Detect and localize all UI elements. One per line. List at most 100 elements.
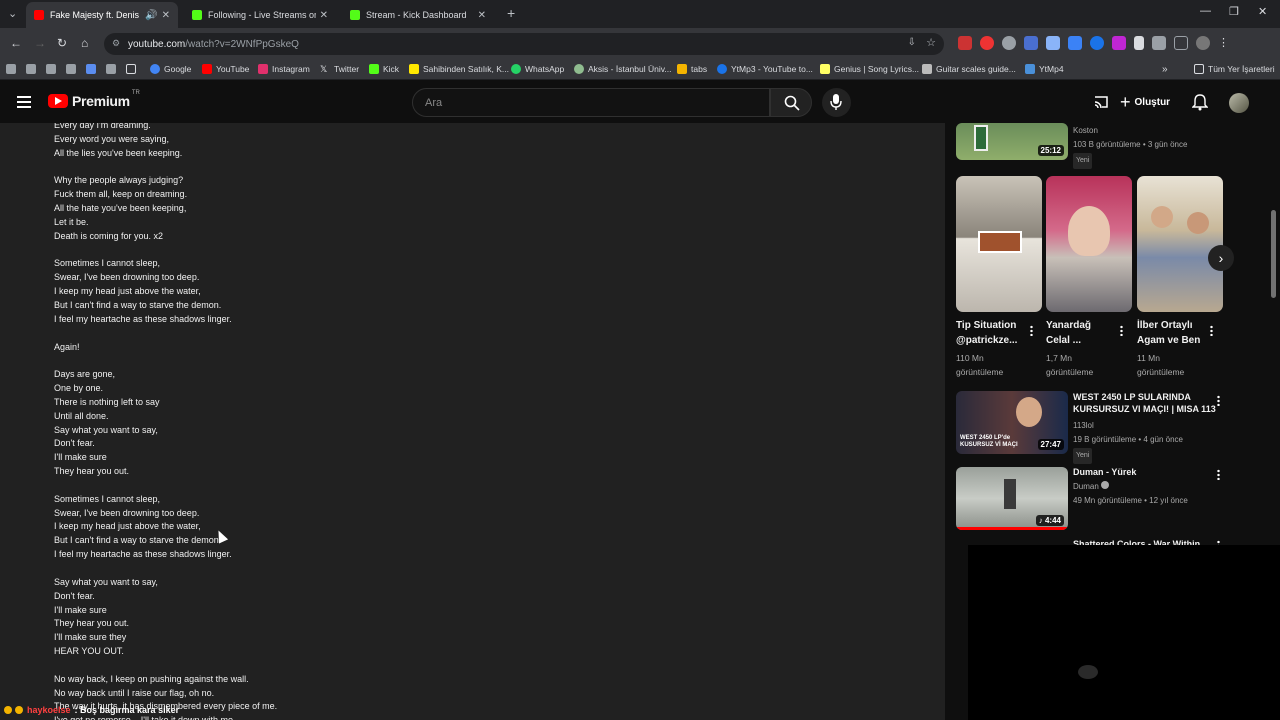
bookmark-whatsapp[interactable]: WhatsApp (511, 64, 564, 74)
url-path: /watch?v=2WNfPpGskeQ (185, 38, 299, 50)
thumbnail-figure (974, 125, 988, 151)
home-icon[interactable]: ⌂ (81, 36, 88, 50)
hamburger-menu-icon[interactable] (17, 96, 31, 108)
bookmarks-bar: Google YouTube Instagram 𝕏 Twitter Kick S… (0, 60, 1280, 80)
video-thumbnail[interactable]: 25:12 (956, 123, 1068, 160)
cast-icon[interactable] (1093, 94, 1109, 110)
back-icon[interactable]: ← (10, 36, 22, 50)
address-bar[interactable]: ⚙ youtube.com/watch?v=2WNfPpGskeQ ⇩ ☆ (104, 33, 944, 55)
more-bookmarks-chevron-icon[interactable]: » (1162, 64, 1168, 75)
tab-close-icon[interactable]: ✕ (162, 10, 170, 21)
side-panel-icon[interactable] (1174, 36, 1188, 50)
search-button[interactable] (770, 88, 812, 117)
tab-search-chevron-icon[interactable]: ⌄ (8, 7, 17, 20)
bookmark-tabs[interactable]: tabs (677, 64, 707, 74)
thumbnail-figure (978, 231, 1022, 253)
youtube-play-icon (48, 94, 68, 108)
zoom-icon[interactable] (1002, 36, 1016, 50)
video-meta: Duman 49 Mn görüntüleme • 12 yıl önce (1073, 480, 1188, 508)
browser-tab-kick-following[interactable]: Following - Live Streams on Kick ✕ (184, 2, 336, 28)
extension-icon[interactable] (1112, 36, 1126, 50)
status-icon (15, 706, 23, 714)
bookmark-folder-icons[interactable] (6, 64, 140, 74)
bookmark-sahibinden[interactable]: Sahibinden Satılık, K... (409, 64, 509, 74)
maximize-button[interactable]: ❐ (1229, 5, 1239, 18)
extension-icon[interactable] (1046, 36, 1060, 50)
thumbnail-face (1016, 397, 1042, 427)
short-title[interactable]: Yanardağ Celal ... (1046, 318, 1116, 348)
extension-icon[interactable] (1024, 36, 1038, 50)
youtube-favicon-icon (34, 10, 44, 20)
new-tab-button[interactable]: + (507, 5, 515, 21)
create-label: Oluştur (1134, 96, 1171, 108)
site-info-icon[interactable]: ⚙ (112, 38, 120, 49)
extension-icon[interactable] (958, 36, 972, 50)
tab-close-icon[interactable]: ✕ (320, 10, 328, 21)
short-thumbnail[interactable] (1137, 176, 1223, 312)
extension-icon[interactable] (1090, 36, 1104, 50)
bookmark-aksis[interactable]: Aksis - İstanbul Üniv... (574, 64, 671, 74)
short-title[interactable]: İlber Ortaylı Agam ve Ben (1137, 318, 1207, 348)
tab-audio-icon[interactable]: 🔊 (145, 10, 157, 21)
user-avatar[interactable] (1229, 93, 1249, 113)
search-placeholder: Ara (425, 97, 443, 109)
notifications-bell-icon[interactable] (1192, 94, 1208, 111)
page-scrollbar[interactable] (1271, 210, 1276, 298)
browser-tab-kick-dashboard[interactable]: Stream - Kick Dashboard ✕ (342, 2, 494, 28)
overlay-shape (1078, 665, 1098, 679)
channel-name[interactable]: Duman (1073, 482, 1099, 491)
short-thumbnail[interactable] (1046, 176, 1132, 312)
close-window-button[interactable]: ✕ (1258, 5, 1267, 18)
bookmark-ytmp3[interactable]: YtMp3 - YouTube to... (717, 64, 813, 74)
bookmark-star-icon[interactable]: ☆ (926, 36, 936, 49)
short-title[interactable]: Tip Situation @patrickze... (956, 318, 1026, 348)
channel-name[interactable]: Koston (1073, 124, 1187, 138)
thumbnail-text: WEST 2450 LP'de KUSURSUZ Vİ MAÇI (960, 435, 1018, 448)
status-icon (4, 706, 12, 714)
more-options-icon[interactable] (1217, 395, 1220, 406)
browser-menu-icon[interactable]: ⋮ (1218, 36, 1229, 50)
reload-icon[interactable]: ↻ (57, 36, 67, 50)
shorts-next-button[interactable]: › (1208, 245, 1234, 271)
bookmark-youtube[interactable]: YouTube (202, 64, 249, 74)
install-app-icon[interactable]: ⇩ (908, 37, 916, 48)
bookmark-genius[interactable]: Genius | Song Lyrics... (820, 64, 919, 74)
bookmark-kick[interactable]: Kick (369, 64, 399, 74)
views-and-date: 19 B görüntüleme • 4 gün önce (1073, 435, 1183, 444)
lyrics-text: Every day I'm dreaming. Every word you w… (54, 123, 278, 720)
video-title[interactable]: Duman - Yürek (1073, 466, 1223, 478)
extension-icon[interactable] (980, 36, 994, 50)
video-thumbnail[interactable]: WEST 2450 LP'de KUSURSUZ Vİ MAÇI 27:47 (956, 391, 1068, 454)
video-description-panel: Every day I'm dreaming. Every word you w… (0, 123, 945, 720)
bookmark-google[interactable]: Google (150, 64, 191, 74)
more-options-icon[interactable] (1217, 469, 1220, 480)
bookmark-instagram[interactable]: Instagram (258, 64, 310, 74)
search-input[interactable]: Ara (412, 88, 770, 117)
create-button[interactable]: + Oluştur (1120, 89, 1170, 115)
more-options-icon[interactable] (1210, 325, 1213, 336)
all-bookmarks-folder[interactable]: Tüm Yer İşaretleri (1194, 64, 1275, 74)
minimize-button[interactable]: — (1200, 5, 1211, 17)
voice-search-button[interactable] (822, 88, 851, 117)
video-thumbnail[interactable]: ♪ 4:44 (956, 467, 1068, 530)
bookmark-ytmp4[interactable]: YtMp4 (1025, 64, 1064, 74)
extensions-puzzle-icon[interactable] (1152, 36, 1166, 50)
more-options-icon[interactable] (1030, 325, 1033, 336)
youtube-premium-logo[interactable]: Premium TR (48, 90, 140, 109)
browser-tab-youtube[interactable]: Fake Majesty ft. Denis Stoff 🔊 ✕ (26, 2, 178, 28)
bookmark-guitar-scales[interactable]: Guitar scales guide... (922, 64, 1016, 74)
verified-icon (1101, 481, 1110, 489)
more-options-icon[interactable] (1120, 325, 1123, 336)
extension-icon[interactable] (1068, 36, 1082, 50)
video-title[interactable]: WEST 2450 LP SULARINDA KURSURSUZ VI MAÇI… (1073, 391, 1223, 415)
channel-name[interactable]: 113lol (1073, 419, 1183, 433)
plus-icon: + (1120, 91, 1131, 112)
pen-icon[interactable] (1134, 36, 1144, 50)
tab-close-icon[interactable]: ✕ (478, 10, 486, 21)
forward-icon[interactable]: → (34, 36, 46, 50)
short-thumbnail[interactable] (956, 176, 1042, 312)
thumbnail-face (1151, 206, 1173, 228)
browser-tab-strip: ⌄ Fake Majesty ft. Denis Stoff 🔊 ✕ Follo… (0, 0, 1280, 28)
profile-avatar-icon[interactable] (1196, 36, 1210, 50)
bookmark-twitter[interactable]: 𝕏 Twitter (320, 64, 359, 74)
